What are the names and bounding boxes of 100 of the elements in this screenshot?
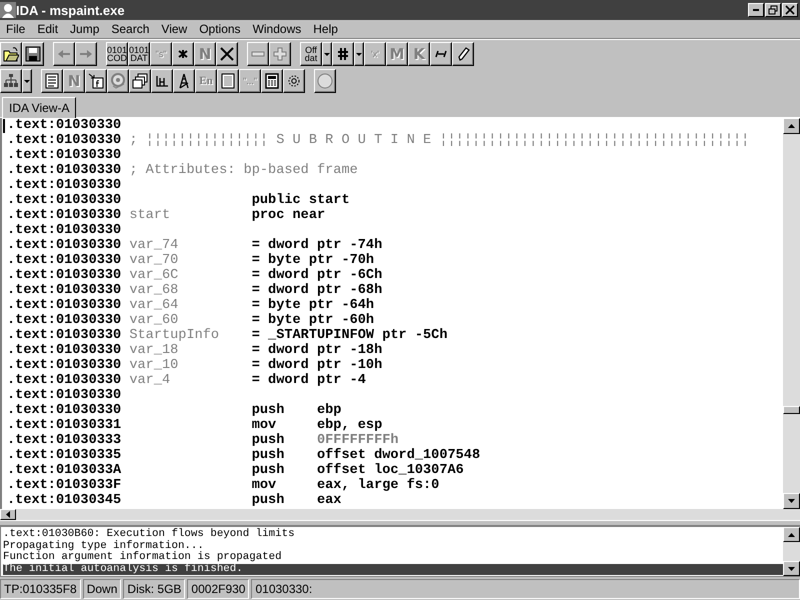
toolbar-button[interactable]: Off dat bbox=[300, 42, 322, 66]
toolbar-button[interactable] bbox=[332, 42, 354, 66]
toolbar-button[interactable] bbox=[85, 69, 107, 93]
address-text: .text:01030330 bbox=[7, 403, 122, 418]
toolbar-button[interactable] bbox=[0, 42, 22, 66]
variable-definition: = dword ptr -6Ch bbox=[252, 268, 382, 283]
toolbar-button[interactable] bbox=[172, 42, 194, 66]
toolbar-button[interactable] bbox=[283, 69, 305, 93]
splitter-bar[interactable] bbox=[0, 520, 800, 526]
dropdown-button[interactable] bbox=[322, 42, 332, 66]
address-text: .text:01030330 bbox=[7, 148, 122, 163]
instruction-mnemonic: push bbox=[252, 463, 286, 478]
scroll-thumb[interactable] bbox=[783, 406, 800, 414]
windows-icon bbox=[132, 73, 148, 89]
log-line[interactable]: Function argument information is propagated bbox=[3, 552, 783, 564]
toolbar-button[interactable] bbox=[151, 69, 173, 93]
toolbar-button[interactable] bbox=[129, 69, 151, 93]
vertical-scrollbar[interactable] bbox=[783, 118, 800, 509]
address-text: .text:01030330 bbox=[7, 208, 122, 223]
variable-name: var_60 bbox=[129, 313, 180, 328]
address-text: .text:0103033A bbox=[7, 463, 122, 478]
toolbar-button[interactable] bbox=[0, 69, 22, 93]
address-text: .text:01030330 bbox=[7, 328, 122, 343]
menu-item[interactable]: Edit bbox=[31, 22, 64, 36]
toolbar-button[interactable] bbox=[22, 42, 44, 66]
menu-item[interactable]: Jump bbox=[64, 22, 106, 36]
status-field: 0002F930 bbox=[187, 579, 250, 599]
address-text: .text:01030330 bbox=[7, 178, 122, 193]
toolbar-button[interactable] bbox=[217, 69, 239, 93]
horizontal-scrollbar[interactable] bbox=[0, 509, 800, 520]
address-text: .text:0103033F bbox=[7, 478, 122, 493]
disc-icon bbox=[110, 73, 126, 89]
scroll-left-button[interactable] bbox=[0, 509, 16, 520]
address-text: .text:01030335 bbox=[7, 448, 122, 463]
cross-icon bbox=[219, 46, 235, 62]
plus-icon bbox=[272, 46, 288, 62]
instruction-operands: ebp, esp bbox=[316, 418, 382, 433]
variable-name: var_6C bbox=[129, 268, 180, 283]
toolbar-button[interactable] bbox=[261, 69, 283, 93]
document-icon bbox=[44, 73, 60, 89]
address-text: .text:01030330 bbox=[7, 238, 122, 253]
toolbar-button[interactable]: 0101 DAT bbox=[128, 42, 150, 66]
toolbar-button[interactable] bbox=[41, 69, 63, 93]
circle-icon bbox=[317, 73, 333, 89]
address-text: .text:01030345 bbox=[7, 493, 122, 508]
scroll-up-button[interactable] bbox=[783, 527, 800, 542]
dropdown-button[interactable] bbox=[354, 42, 364, 66]
address-text: .text:01030330 bbox=[7, 193, 122, 208]
comment-text: ; ¦¦¦¦¦¦¦¦¦¦¦¦¦¦¦ S U B R O U T I N E ¦¦¦¦¦¦¦¦¦¦¦¦¦¦¦¦¦¦¦¦¦¦¦¦¦¦¦¦¦¦¦¦¦¦¦¦¦¦ bbox=[129, 133, 750, 148]
address-text: .text:01030330 bbox=[7, 118, 122, 133]
variable-name: var_74 bbox=[129, 238, 180, 253]
instruction-mnemonic: push bbox=[252, 448, 286, 463]
down-arrow-icon bbox=[788, 566, 795, 570]
variable-name: StartupInfo bbox=[129, 328, 220, 343]
address-text: .text:01030330 bbox=[7, 253, 122, 268]
restore-icon bbox=[768, 5, 778, 15]
scroll-down-button[interactable] bbox=[783, 561, 800, 576]
up-arrow-icon bbox=[788, 124, 795, 128]
menu-item[interactable]: View bbox=[155, 22, 194, 36]
minimize-button[interactable] bbox=[748, 3, 764, 17]
tab[interactable]: IDA View-A bbox=[2, 97, 76, 118]
variable-definition: = dword ptr -74h bbox=[252, 238, 382, 253]
address-text: .text:01030330 bbox=[7, 268, 122, 283]
address-text: .text:01030330 bbox=[7, 163, 122, 178]
address-text: .text:01030330 bbox=[7, 388, 122, 403]
instruction-operands: 0FFFFFFFFh bbox=[316, 433, 399, 448]
window-title: IDA - mspaint.exe bbox=[16, 2, 126, 18]
menu-item[interactable]: Options bbox=[193, 22, 247, 36]
vertical-scrollbar[interactable] bbox=[783, 527, 800, 576]
calculator-icon bbox=[264, 73, 280, 89]
instruction-mnemonic: push bbox=[252, 403, 286, 418]
instruction-operands: ebp bbox=[316, 403, 342, 418]
toolbar-button[interactable] bbox=[216, 42, 238, 66]
close-icon bbox=[785, 5, 795, 15]
address-text: .text:01030330 bbox=[7, 133, 122, 148]
graph-icon bbox=[154, 73, 170, 89]
toolbar-button[interactable] bbox=[430, 42, 452, 66]
notes-icon bbox=[220, 73, 236, 89]
menu-item[interactable]: File bbox=[0, 22, 32, 36]
instruction-mnemonic: mov bbox=[252, 478, 278, 493]
log-line[interactable]: .text:01030B60: Execution flows beyond limits bbox=[3, 529, 783, 540]
toolbar-button[interactable] bbox=[173, 69, 195, 93]
menu-item[interactable]: Search bbox=[105, 22, 156, 36]
variable-definition: = byte ptr -64h bbox=[252, 298, 374, 313]
instruction-operands: eax, large fs:0 bbox=[316, 478, 440, 493]
instruction-mnemonic: proc near bbox=[252, 208, 326, 223]
scroll-up-button[interactable] bbox=[783, 118, 800, 134]
toolbar-button[interactable] bbox=[452, 42, 474, 66]
log-line[interactable]: Propagating type information... bbox=[3, 540, 783, 552]
minimize-icon bbox=[753, 9, 759, 11]
menu-item[interactable]: Windows bbox=[246, 22, 308, 36]
instruction-mnemonic: push bbox=[252, 433, 286, 448]
address-text: .text:01030330 bbox=[7, 343, 122, 358]
restore-button[interactable] bbox=[765, 3, 781, 17]
scroll-down-button[interactable] bbox=[783, 493, 800, 509]
app-icon bbox=[0, 2, 16, 18]
toolbar-button[interactable]: 0101 COD bbox=[106, 42, 128, 66]
dropdown-button[interactable] bbox=[22, 69, 32, 93]
close-button[interactable] bbox=[782, 3, 798, 17]
menu-item[interactable]: Help bbox=[307, 22, 344, 36]
